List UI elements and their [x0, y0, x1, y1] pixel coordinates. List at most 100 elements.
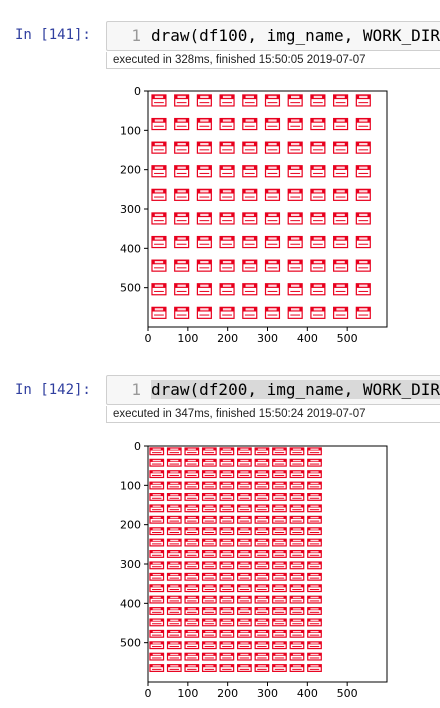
image-icon-mark [219, 492, 235, 501]
image-icon-mark [219, 652, 235, 661]
image-icon-mark [272, 515, 287, 524]
image-icon-mark [219, 235, 235, 249]
image-icon-mark [289, 458, 305, 467]
image-icon-mark [307, 527, 322, 536]
image-icon-mark [237, 538, 252, 547]
code-line[interactable]: draw(df100, img_name, WORK_DIR) [151, 26, 440, 45]
image-icon-mark [151, 212, 167, 225]
image-icon-mark [174, 188, 190, 201]
image-icon-mark [237, 595, 252, 604]
image-icon-mark [219, 629, 235, 638]
output-plot-142: 0 100 200 300 400 500 0 100 200 300 400 500 [110, 440, 410, 700]
image-icon-mark [242, 259, 258, 272]
image-icon-mark [151, 188, 167, 201]
execution-info: executed in 347ms, finished 15:50:24 201… [106, 406, 440, 423]
image-icon-mark [307, 652, 322, 661]
image-icon-mark [307, 515, 322, 524]
image-icon-mark [355, 165, 371, 178]
image-icon-mark [149, 664, 165, 672]
y-tick-label: 200 [120, 164, 141, 177]
image-icon-mark [264, 188, 281, 201]
image-icon-mark [264, 283, 281, 296]
image-icon-mark [254, 515, 270, 524]
image-icon-mark [272, 584, 287, 593]
image-icon-mark [201, 492, 217, 501]
image-icon-mark [289, 561, 305, 570]
image-icon-mark [355, 259, 371, 272]
image-icon-mark [272, 527, 287, 536]
image-icon-mark [201, 618, 217, 627]
image-icon-mark [242, 141, 258, 154]
image-icon-mark [196, 212, 212, 225]
image-icon-mark [151, 141, 167, 154]
image-icon-mark [219, 188, 235, 201]
code-line[interactable]: draw(df200, img_name, WORK_DIR) [151, 380, 440, 399]
image-icon-mark [237, 607, 252, 615]
image-icon-mark [355, 283, 371, 296]
image-icon-mark [355, 188, 371, 201]
image-icon-mark [219, 447, 235, 456]
image-icon-mark [219, 283, 235, 296]
image-icon-mark [184, 641, 200, 650]
code-input[interactable]: 1 draw(df200, img_name, WORK_DIR) [106, 375, 440, 405]
image-icon-mark [219, 165, 235, 178]
image-icon-mark [307, 595, 322, 604]
image-icon-mark [287, 212, 303, 225]
image-icon-mark [289, 538, 305, 547]
image-icon-mark [254, 584, 270, 593]
image-icon-mark [333, 165, 349, 178]
image-icon-mark [219, 527, 235, 536]
x-tick-label: 500 [337, 687, 358, 700]
image-icon-mark [149, 481, 165, 490]
image-icon-mark [272, 595, 287, 604]
image-icon-mark [355, 306, 371, 319]
image-icon-mark [184, 458, 200, 467]
image-icon-mark [254, 595, 270, 604]
image-icon-mark [307, 492, 322, 501]
image-icon-mark [310, 259, 326, 272]
image-icon-mark [201, 652, 217, 661]
y-tick-label: 300 [120, 203, 141, 216]
scatter-image-plot: 0 100 200 300 400 500 0 100 200 300 400 500 [120, 85, 388, 345]
image-icon-mark [184, 527, 200, 536]
x-tick-label: 200 [217, 687, 238, 700]
image-icon-mark [219, 550, 235, 558]
x-tick-label: 400 [297, 687, 318, 700]
image-icon-mark [166, 595, 182, 604]
image-icon-mark [355, 235, 371, 249]
code-input[interactable]: 1 draw(df100, img_name, WORK_DIR) [106, 21, 440, 51]
image-icon-mark [201, 447, 217, 456]
image-icon-mark [149, 550, 165, 558]
image-icon-mark [254, 470, 270, 479]
scatter-image-plot: 0 100 200 300 400 500 0 100 200 300 400 500 [120, 440, 388, 700]
image-icon-mark [151, 235, 167, 249]
image-icon-mark [242, 235, 258, 249]
image-icon-mark [184, 515, 200, 524]
image-icon-mark [254, 561, 270, 570]
image-icon-mark [174, 117, 190, 131]
y-tick-label: 0 [134, 440, 141, 453]
image-icon-mark [196, 94, 212, 107]
image-icon-mark [310, 141, 326, 154]
image-icon-mark [289, 618, 305, 627]
image-icon-mark [219, 618, 235, 627]
image-icon-mark [219, 470, 235, 479]
image-icon-mark [149, 595, 165, 604]
image-icon-mark [307, 561, 322, 570]
image-icon-mark [289, 652, 305, 661]
image-icon-mark [310, 117, 326, 131]
image-icon-mark [149, 607, 165, 615]
image-icon-mark [184, 550, 200, 558]
x-tick-label: 100 [177, 332, 198, 345]
image-icon-mark [264, 259, 281, 272]
line-number: 1 [131, 380, 141, 399]
image-icon-mark [272, 607, 287, 615]
image-icon-mark [333, 212, 349, 225]
image-icon-mark [355, 212, 371, 225]
image-icon-mark [184, 561, 200, 570]
image-icon-mark [174, 235, 190, 249]
image-icon-mark [149, 470, 165, 479]
image-icon-mark [149, 629, 165, 638]
image-icon-mark [289, 504, 305, 513]
line-number: 1 [131, 26, 141, 45]
